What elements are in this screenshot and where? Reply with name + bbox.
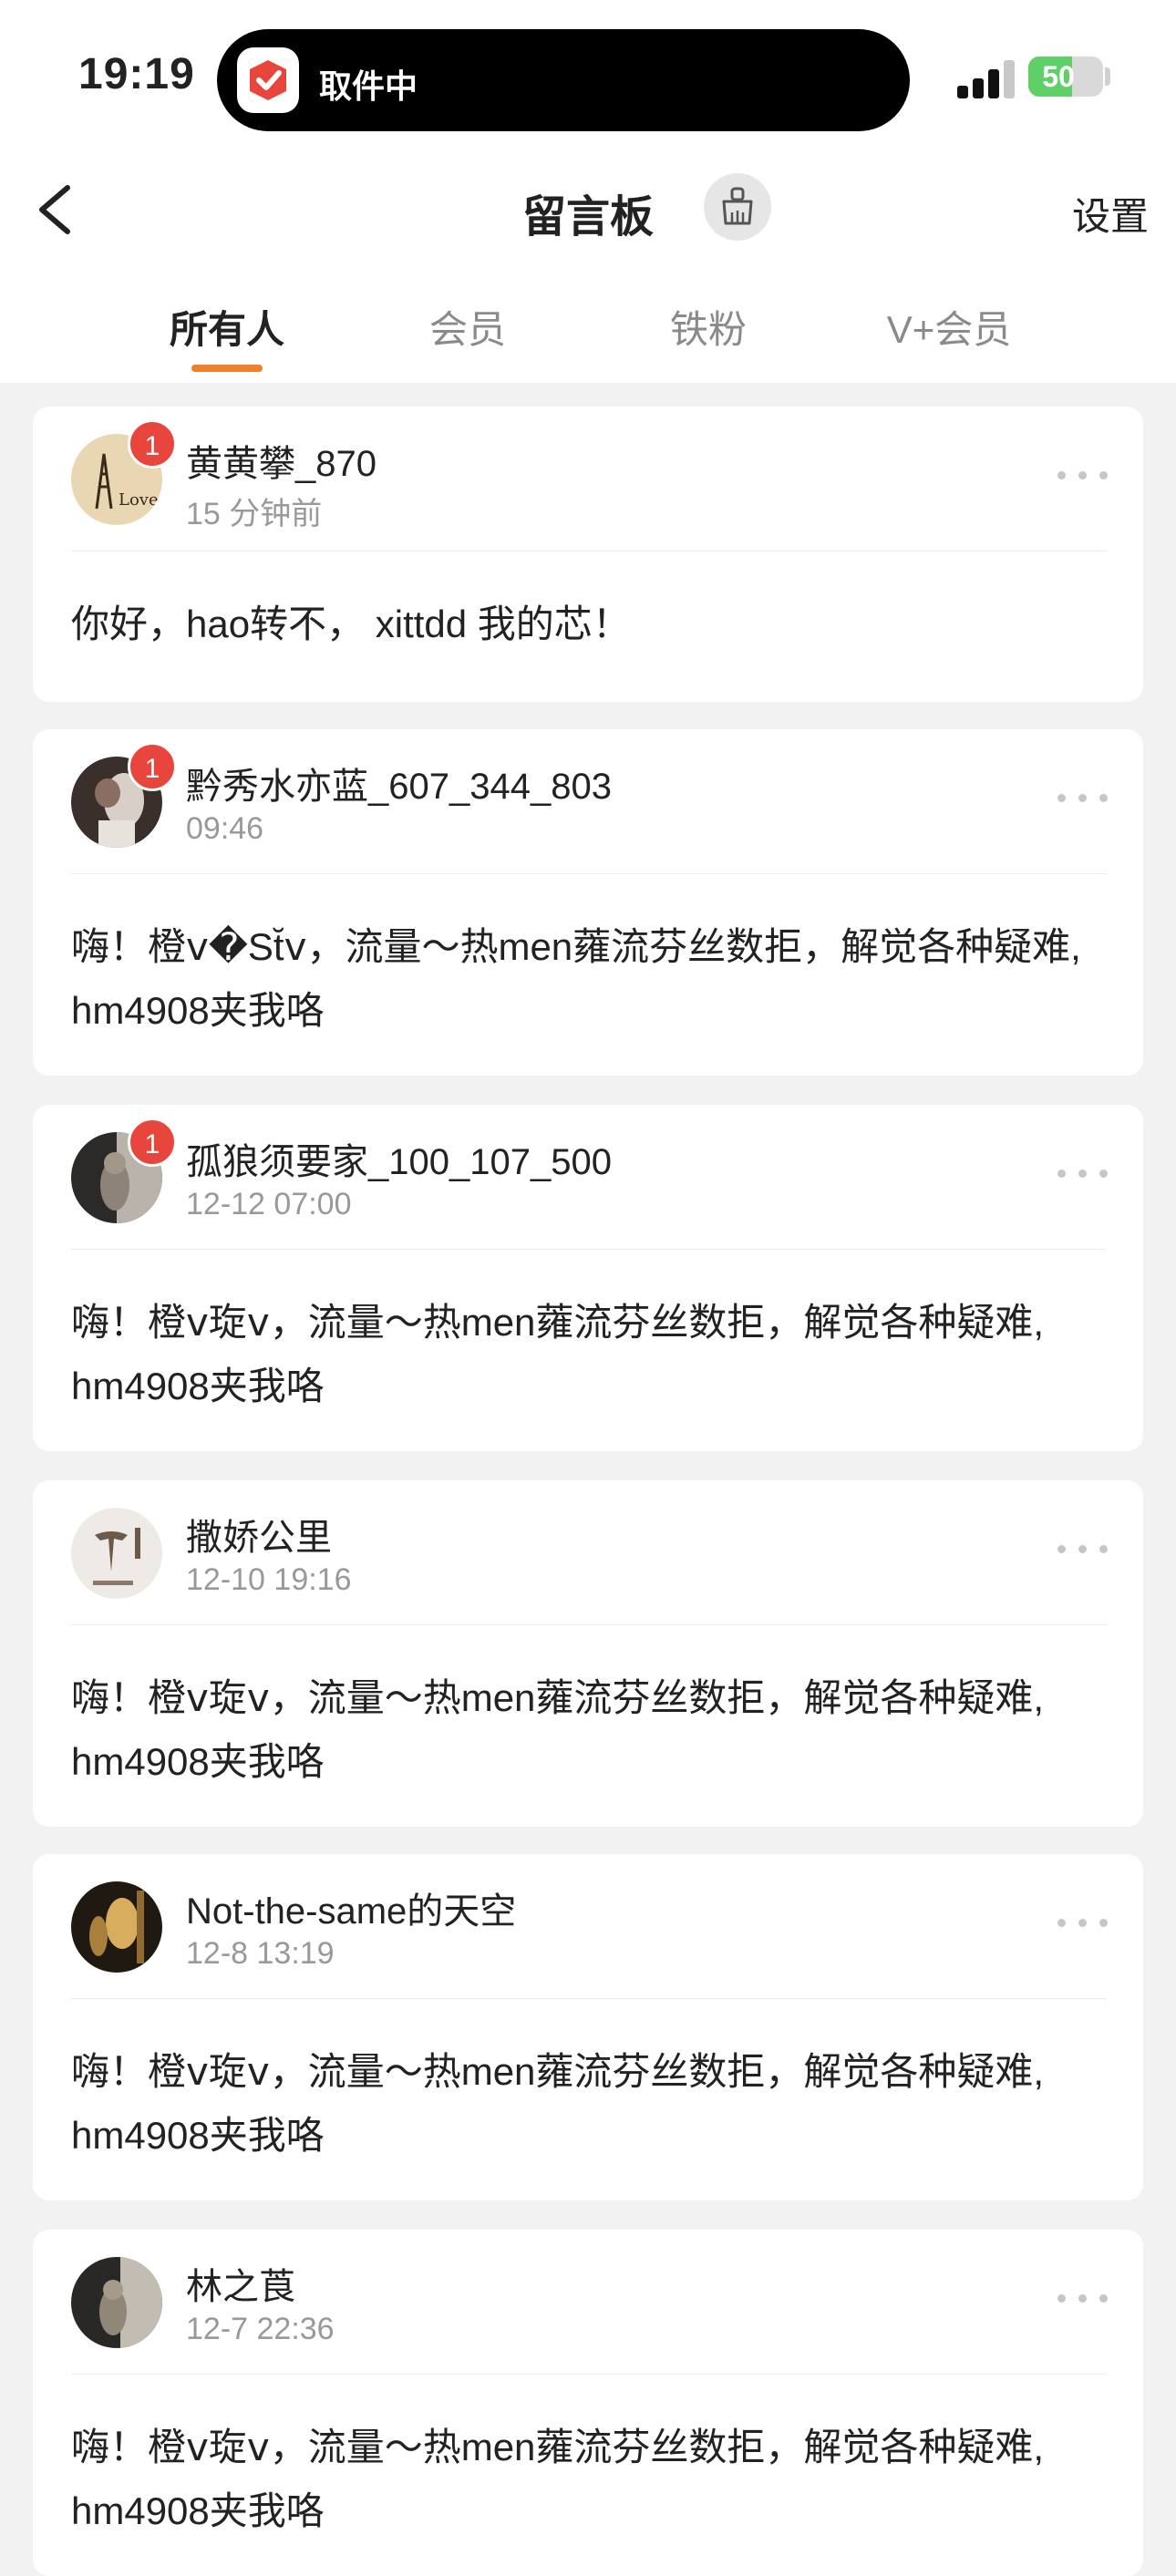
- chevron-left-icon: [39, 185, 70, 234]
- more-options-icon[interactable]: [1057, 469, 1109, 481]
- status-time: 19:19: [78, 50, 195, 98]
- message-text: 你好，hao转不， xittdd 我的芯！: [71, 603, 631, 645]
- message-text: 嗨！橙ⅴ�St̆ⅴ，流量～热men蕹流芬丝数拒，解觉各种疑难, hm4908夹我…: [71, 925, 1081, 1032]
- username[interactable]: 黄黄攀_870: [186, 434, 377, 487]
- unread-badge: 1: [128, 1118, 177, 1167]
- broom-icon: [722, 187, 753, 225]
- username[interactable]: 撒娇公里: [186, 1508, 332, 1561]
- message-text: 嗨！橙ⅴ琁ⅴ，流量～热men蕹流芬丝数拒，解觉各种疑难, hm4908夹我咯: [71, 1676, 1045, 1783]
- more-options-icon[interactable]: [1057, 1916, 1109, 1929]
- avatar[interactable]: [71, 2257, 162, 2348]
- back-button[interactable]: [27, 175, 91, 244]
- live-activity-label: 取件中: [319, 67, 418, 105]
- more-options-icon[interactable]: [1057, 791, 1109, 804]
- divider: [71, 1624, 1107, 1625]
- message-card[interactable]: 撒娇公里 12-10 19:16 嗨！橙ⅴ琁ⅴ，流量～热men蕹流芬丝数拒，解觉…: [33, 1480, 1143, 1827]
- divider: [71, 2374, 1107, 2375]
- avatar[interactable]: [71, 1508, 162, 1599]
- tab-everyone[interactable]: 所有人: [107, 299, 347, 355]
- battery-level: 50: [1042, 60, 1075, 93]
- tab-vplus-members[interactable]: V+会员: [829, 299, 1069, 355]
- message-text: 嗨！橙ⅴ琁ⅴ，流量～热men蕹流芬丝数拒，解觉各种疑难, hm4908夹我咯: [71, 1301, 1045, 1407]
- delivery-app-icon: [237, 47, 299, 113]
- message-text: 嗨！橙ⅴ琁ⅴ，流量～热men蕹流芬丝数拒，解觉各种疑难, hm4908夹我咯: [71, 2050, 1045, 2157]
- cellular-signal-icon: [957, 58, 1017, 98]
- divider: [71, 1998, 1107, 1999]
- username[interactable]: 孤狼须要家_100_107_500: [186, 1132, 612, 1185]
- timestamp: 12-8 13:19: [186, 1936, 335, 1971]
- message-card[interactable]: 1 黔秀水亦蓝_607_344_803 09:46 嗨！橙ⅴ�St̆ⅴ，流量～热…: [33, 729, 1143, 1076]
- timestamp: 09:46: [186, 811, 264, 846]
- nav-bar: 留言板 设置: [0, 155, 1176, 267]
- unread-badge: 1: [128, 742, 177, 791]
- divider: [71, 1249, 1107, 1250]
- divider: [71, 873, 1107, 874]
- username[interactable]: 黔秀水亦蓝_607_344_803: [186, 757, 612, 809]
- timestamp: 12-7 22:36: [186, 2312, 335, 2346]
- tab-active-indicator: [191, 365, 263, 372]
- message-card[interactable]: 1 孤狼须要家_100_107_500 12-12 07:00 嗨！橙ⅴ琁ⅴ，流…: [33, 1105, 1143, 1451]
- clean-button[interactable]: [704, 173, 771, 241]
- page-title: 留言板: [521, 193, 654, 242]
- unread-badge: 1: [128, 419, 177, 469]
- username[interactable]: Not-the-same的天空: [186, 1881, 516, 1934]
- more-options-icon[interactable]: [1057, 1167, 1109, 1180]
- dynamic-island[interactable]: 取件中: [217, 29, 910, 131]
- svg-text:Love: Love: [119, 490, 159, 510]
- more-options-icon[interactable]: [1057, 2292, 1109, 2304]
- timestamp: 12-10 19:16: [186, 1562, 352, 1597]
- avatar[interactable]: [71, 1881, 162, 1973]
- more-options-icon[interactable]: [1057, 1542, 1109, 1555]
- tab-fans[interactable]: 铁粉: [588, 299, 829, 355]
- message-card[interactable]: Love 1 黄黄攀_870 15 分钟前 你好，hao转不， xittdd 我…: [33, 407, 1143, 702]
- timestamp: 12-12 07:00: [186, 1187, 352, 1221]
- tab-members[interactable]: 会员: [347, 299, 588, 355]
- status-bar: 19:19 取件中 50: [0, 0, 1176, 155]
- timestamp: 15 分钟前: [186, 497, 323, 531]
- battery-icon: 50: [1028, 57, 1103, 97]
- message-card[interactable]: Not-the-same的天空 12-8 13:19 嗨！橙ⅴ琁ⅴ，流量～热me…: [33, 1854, 1143, 2200]
- message-text: 嗨！橙ⅴ琁ⅴ，流量～热men蕹流芬丝数拒，解觉各种疑难, hm4908夹我咯: [71, 2426, 1045, 2532]
- settings-button[interactable]: 设置: [1072, 186, 1149, 242]
- battery-tip: [1105, 67, 1110, 86]
- message-card[interactable]: 林之莨 12-7 22:36 嗨！橙ⅴ琁ⅴ，流量～热men蕹流芬丝数拒，解觉各种…: [33, 2230, 1143, 2576]
- tab-bar: 所有人 会员 铁粉 V+会员: [0, 266, 1176, 383]
- username[interactable]: 林之莨: [186, 2257, 295, 2310]
